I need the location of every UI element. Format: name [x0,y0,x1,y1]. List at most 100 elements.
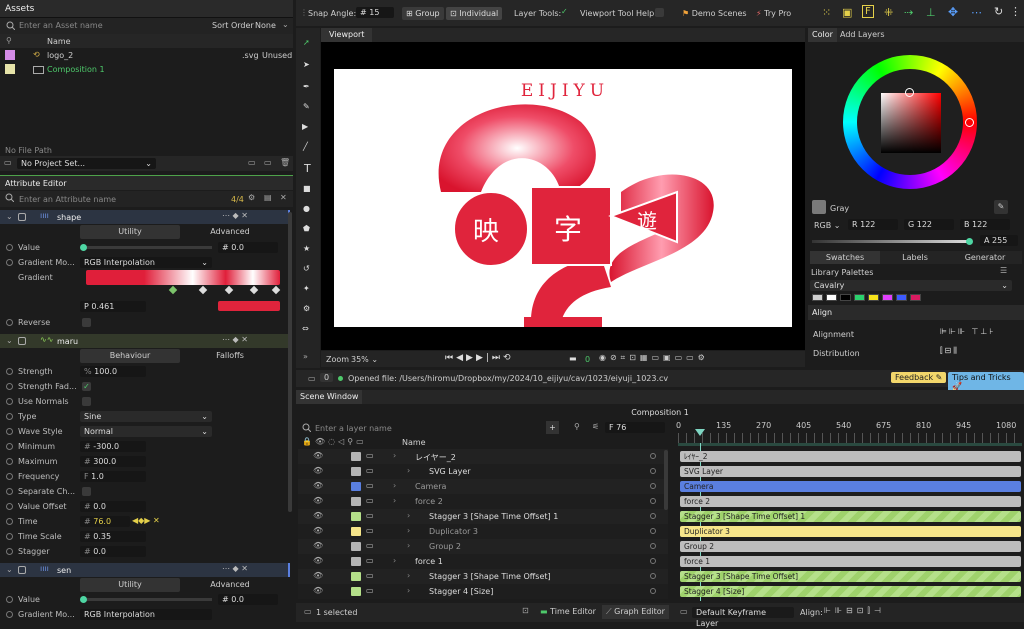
keyframe-dot[interactable] [6,398,13,405]
direct-select-icon[interactable]: ➤ [303,60,310,69]
asset-search-input[interactable]: Enter an Asset name [19,21,199,30]
project-set-select[interactable]: No Project Set... ⌄ [17,158,156,169]
gear-icon[interactable]: ⚙ [303,304,310,313]
sparkle-icon[interactable]: ✦ [303,284,310,293]
folder-icon[interactable]: ▭ [4,158,12,167]
alpha-field[interactable]: A 255 [980,235,1018,246]
tab-generator[interactable]: Generator [950,251,1020,264]
section-tools-icon[interactable]: ⋯ ◆ ✕ [222,335,248,344]
eyedropper-icon[interactable]: ✎ [994,200,1008,214]
pencil-icon[interactable]: ✎ [303,102,310,111]
frame-field[interactable]: F 76 [605,422,665,433]
camera-icon[interactable]: ▶ [302,122,308,131]
gradient-stop[interactable] [168,285,178,295]
layer-row[interactable]: 👁 ▭ › レイヤー_2 [298,449,668,464]
attr-field[interactable]: # 0.0 [80,501,146,512]
palette-swatch[interactable] [910,294,921,301]
visibility-toggle[interactable] [18,213,26,221]
layer-tools-check-icon[interactable]: ✓ [561,7,568,16]
tab-scene-window[interactable]: Scene Window [296,390,363,404]
visibility-toggle[interactable] [18,337,26,345]
expand-chevron-icon[interactable]: › [407,526,410,535]
expand-chevron-icon[interactable]: › [407,571,410,580]
keyframe-nav-icon[interactable]: ◀◆▶ ✕ [132,516,160,525]
star-icon[interactable]: ★ [303,244,310,253]
gradient-mode-select[interactable]: RGB Interpolation [80,609,212,620]
value-field[interactable]: # 0.0 [218,594,278,605]
trash-icon[interactable]: 🗑 [280,158,290,167]
layer-color-tag[interactable] [351,587,361,596]
timeline-track[interactable]: force 1 [680,556,1021,567]
keyframe-dot[interactable] [6,611,13,618]
viewport-canvas[interactable]: EIJIYU 映 字 遊 [321,42,805,350]
gradient-stop[interactable] [198,285,208,295]
zoom-select[interactable]: 35% ⌄ [351,355,378,364]
move-icon[interactable]: ✥ [948,5,958,19]
tab-behaviour[interactable]: Behaviour [80,349,180,363]
layer-visibility-icon[interactable]: 👁 [313,556,323,565]
attr-field[interactable]: # 0.35 [80,531,146,542]
palette-select[interactable]: Cavalry ⌄ [810,280,1012,291]
layer-row[interactable]: 👁 ▭ › Group 2 [298,539,668,554]
collapse-chevron-icon[interactable]: ⌄ [6,336,13,345]
expand-chevron-icon[interactable]: › [407,541,410,550]
layer-color-tag[interactable] [351,527,361,536]
shape-section-header[interactable]: ⌄ ıııı shape ⋯ ◆ ✕ [0,210,290,224]
timeline-track[interactable]: Group 2 [680,541,1021,552]
playback-controls[interactable]: ⏮◀▶▶|⏭⟲ [445,353,514,363]
work-area-bar[interactable] [678,443,1022,446]
arc-icon[interactable]: ↺ [303,264,310,273]
distribute-icon[interactable]: ⋯ [971,6,982,19]
distribution-icons[interactable]: ⫿⊟⫼ [940,346,959,356]
connect-icon[interactable]: ⇢ [904,6,913,19]
filter-icon[interactable]: ⚟ [592,422,599,431]
refresh-icon[interactable]: ↻ [994,5,1003,18]
layer-row[interactable]: 👁 ▭ › Stagger 3 [Shape Time Offset] 1 [298,509,668,524]
expand-chevron-icon[interactable]: › [407,466,410,475]
palette-swatch[interactable] [854,294,865,301]
list-icon[interactable]: ☰ [1000,266,1007,275]
layer-color-tag[interactable] [351,467,361,476]
tips-button[interactable]: Tips and Tricks 🚀 [948,372,1024,392]
feedback-button[interactable]: Feedback ✎ [891,372,947,383]
current-color-swatch[interactable] [812,200,826,214]
demo-scenes-button[interactable]: ⚑ Demo Scenes [682,9,747,18]
layer-search-input[interactable]: Enter a layer name [315,424,392,433]
keyframe-dot[interactable] [6,443,13,450]
tab-advanced[interactable]: Advanced [180,225,280,239]
tab-add-layers[interactable]: Add Layers [836,28,889,42]
keyframe-dot[interactable] [6,428,13,435]
tab-viewport[interactable]: Viewport [321,28,373,42]
layer-color-tag[interactable] [351,572,361,581]
gradient-pos-field[interactable]: P 0.461 [80,301,146,312]
layer-color-tag[interactable] [351,482,361,491]
attr-field[interactable]: # 76.0 [80,516,130,527]
palette-swatch[interactable] [826,294,837,301]
timeline-track[interactable]: Stagger 3 [Shape Time Offset] [680,571,1021,582]
collapse-chevron-icon[interactable]: ⌄ [6,565,13,574]
snap-angle-field[interactable]: # 15 [356,7,394,18]
timeline-track[interactable]: Stagger 3 [Shape Time Offset] 1 [680,511,1021,522]
asset-row-logo[interactable]: ⟲ logo_2 .svg Unused [0,48,293,62]
more-icon[interactable]: ⋮ [1010,5,1021,18]
keyframe-dot[interactable] [6,473,13,480]
layout-icon[interactable]: ▤ [264,193,272,202]
attr-checkbox[interactable]: ✓ [82,382,91,391]
sort-order-select[interactable]: None [255,21,276,30]
maru-section-header[interactable]: ⌄ ∿∿ maru ⋯ ◆ ✕ [0,334,290,348]
attr-checkbox[interactable] [82,487,91,496]
layer-visibility-icon[interactable]: 👁 [313,451,323,460]
layer-visibility-icon[interactable]: 👁 [313,481,323,490]
attr-select[interactable]: Normal ⌄ [80,426,212,437]
alpha-slider[interactable] [812,238,973,245]
tab-utility[interactable]: Utility [80,578,180,592]
console-icon[interactable]: ▭ [308,374,316,383]
layer-row[interactable]: 👁 ▭ › Stagger 4 [Size] [298,584,668,599]
attr-field[interactable]: # -300.0 [80,441,146,452]
viewport-tool-icons[interactable]: ◉⊘⌗⊡▦▭▣▭▭⚙ [599,353,709,363]
keyframe-dot[interactable] [6,319,13,326]
keyframe-dot[interactable] [6,458,13,465]
arrows-icon[interactable]: ⇔ [302,324,309,333]
polygon-icon[interactable]: ⬟ [303,224,310,233]
expand-chevron-icon[interactable]: › [393,556,396,565]
